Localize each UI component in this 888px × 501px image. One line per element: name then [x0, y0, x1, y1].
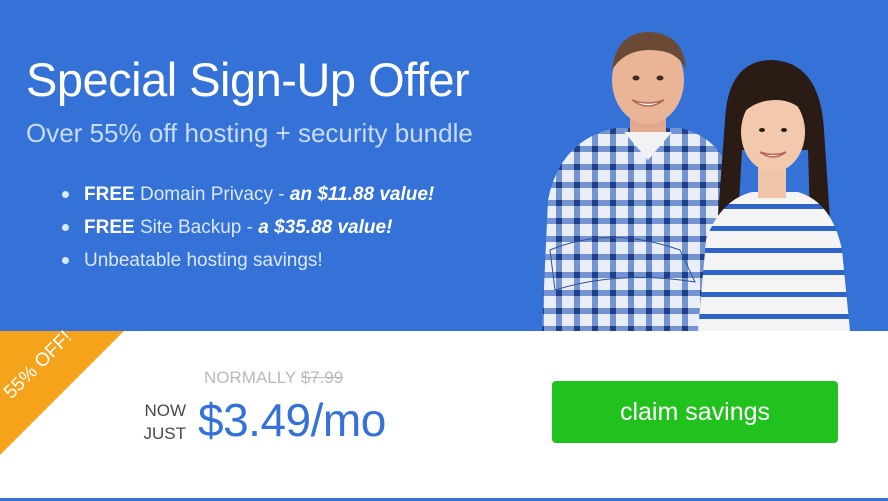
bullet-icon	[62, 191, 69, 198]
benefit-value: an $11.88 value!	[289, 184, 435, 205]
smiling-couple-photo	[542, 32, 850, 331]
page-title: Special Sign-Up Offer	[26, 53, 470, 106]
regular-price-label: NORMALLY	[204, 368, 296, 387]
benefit-value: a $35.88 value!	[258, 217, 393, 238]
list-item: FREE Domain Privacy - an $11.88 value!	[62, 178, 434, 211]
benefit-text: Unbeatable hosting savings!	[84, 250, 323, 271]
regular-price: NORMALLY $7.99	[204, 368, 343, 388]
benefit-text: Site Backup -	[134, 217, 259, 238]
bullet-icon	[62, 224, 69, 231]
benefit-strong: FREE	[84, 184, 135, 205]
regular-price-value: $7.99	[300, 368, 344, 387]
benefit-strong: FREE	[84, 217, 135, 238]
claim-savings-button[interactable]: claim savings	[552, 381, 838, 443]
sale-price: $3.49/mo	[198, 394, 386, 446]
list-item: FREE Site Backup - a $35.88 value!	[62, 211, 434, 244]
now-just-label: NOW JUST	[132, 399, 187, 445]
bullet-icon	[62, 257, 69, 264]
list-item: Unbeatable hosting savings!	[62, 244, 434, 277]
benefit-text: Domain Privacy -	[134, 184, 290, 205]
hero-banner: Special Sign-Up Offer Over 55% off hosti…	[0, 0, 888, 331]
just-label: JUST	[143, 424, 187, 443]
page-subtitle: Over 55% off hosting + security bundle	[26, 118, 473, 148]
now-label: NOW	[144, 401, 186, 420]
benefits-list: FREE Domain Privacy - an $11.88 value! F…	[62, 178, 434, 277]
